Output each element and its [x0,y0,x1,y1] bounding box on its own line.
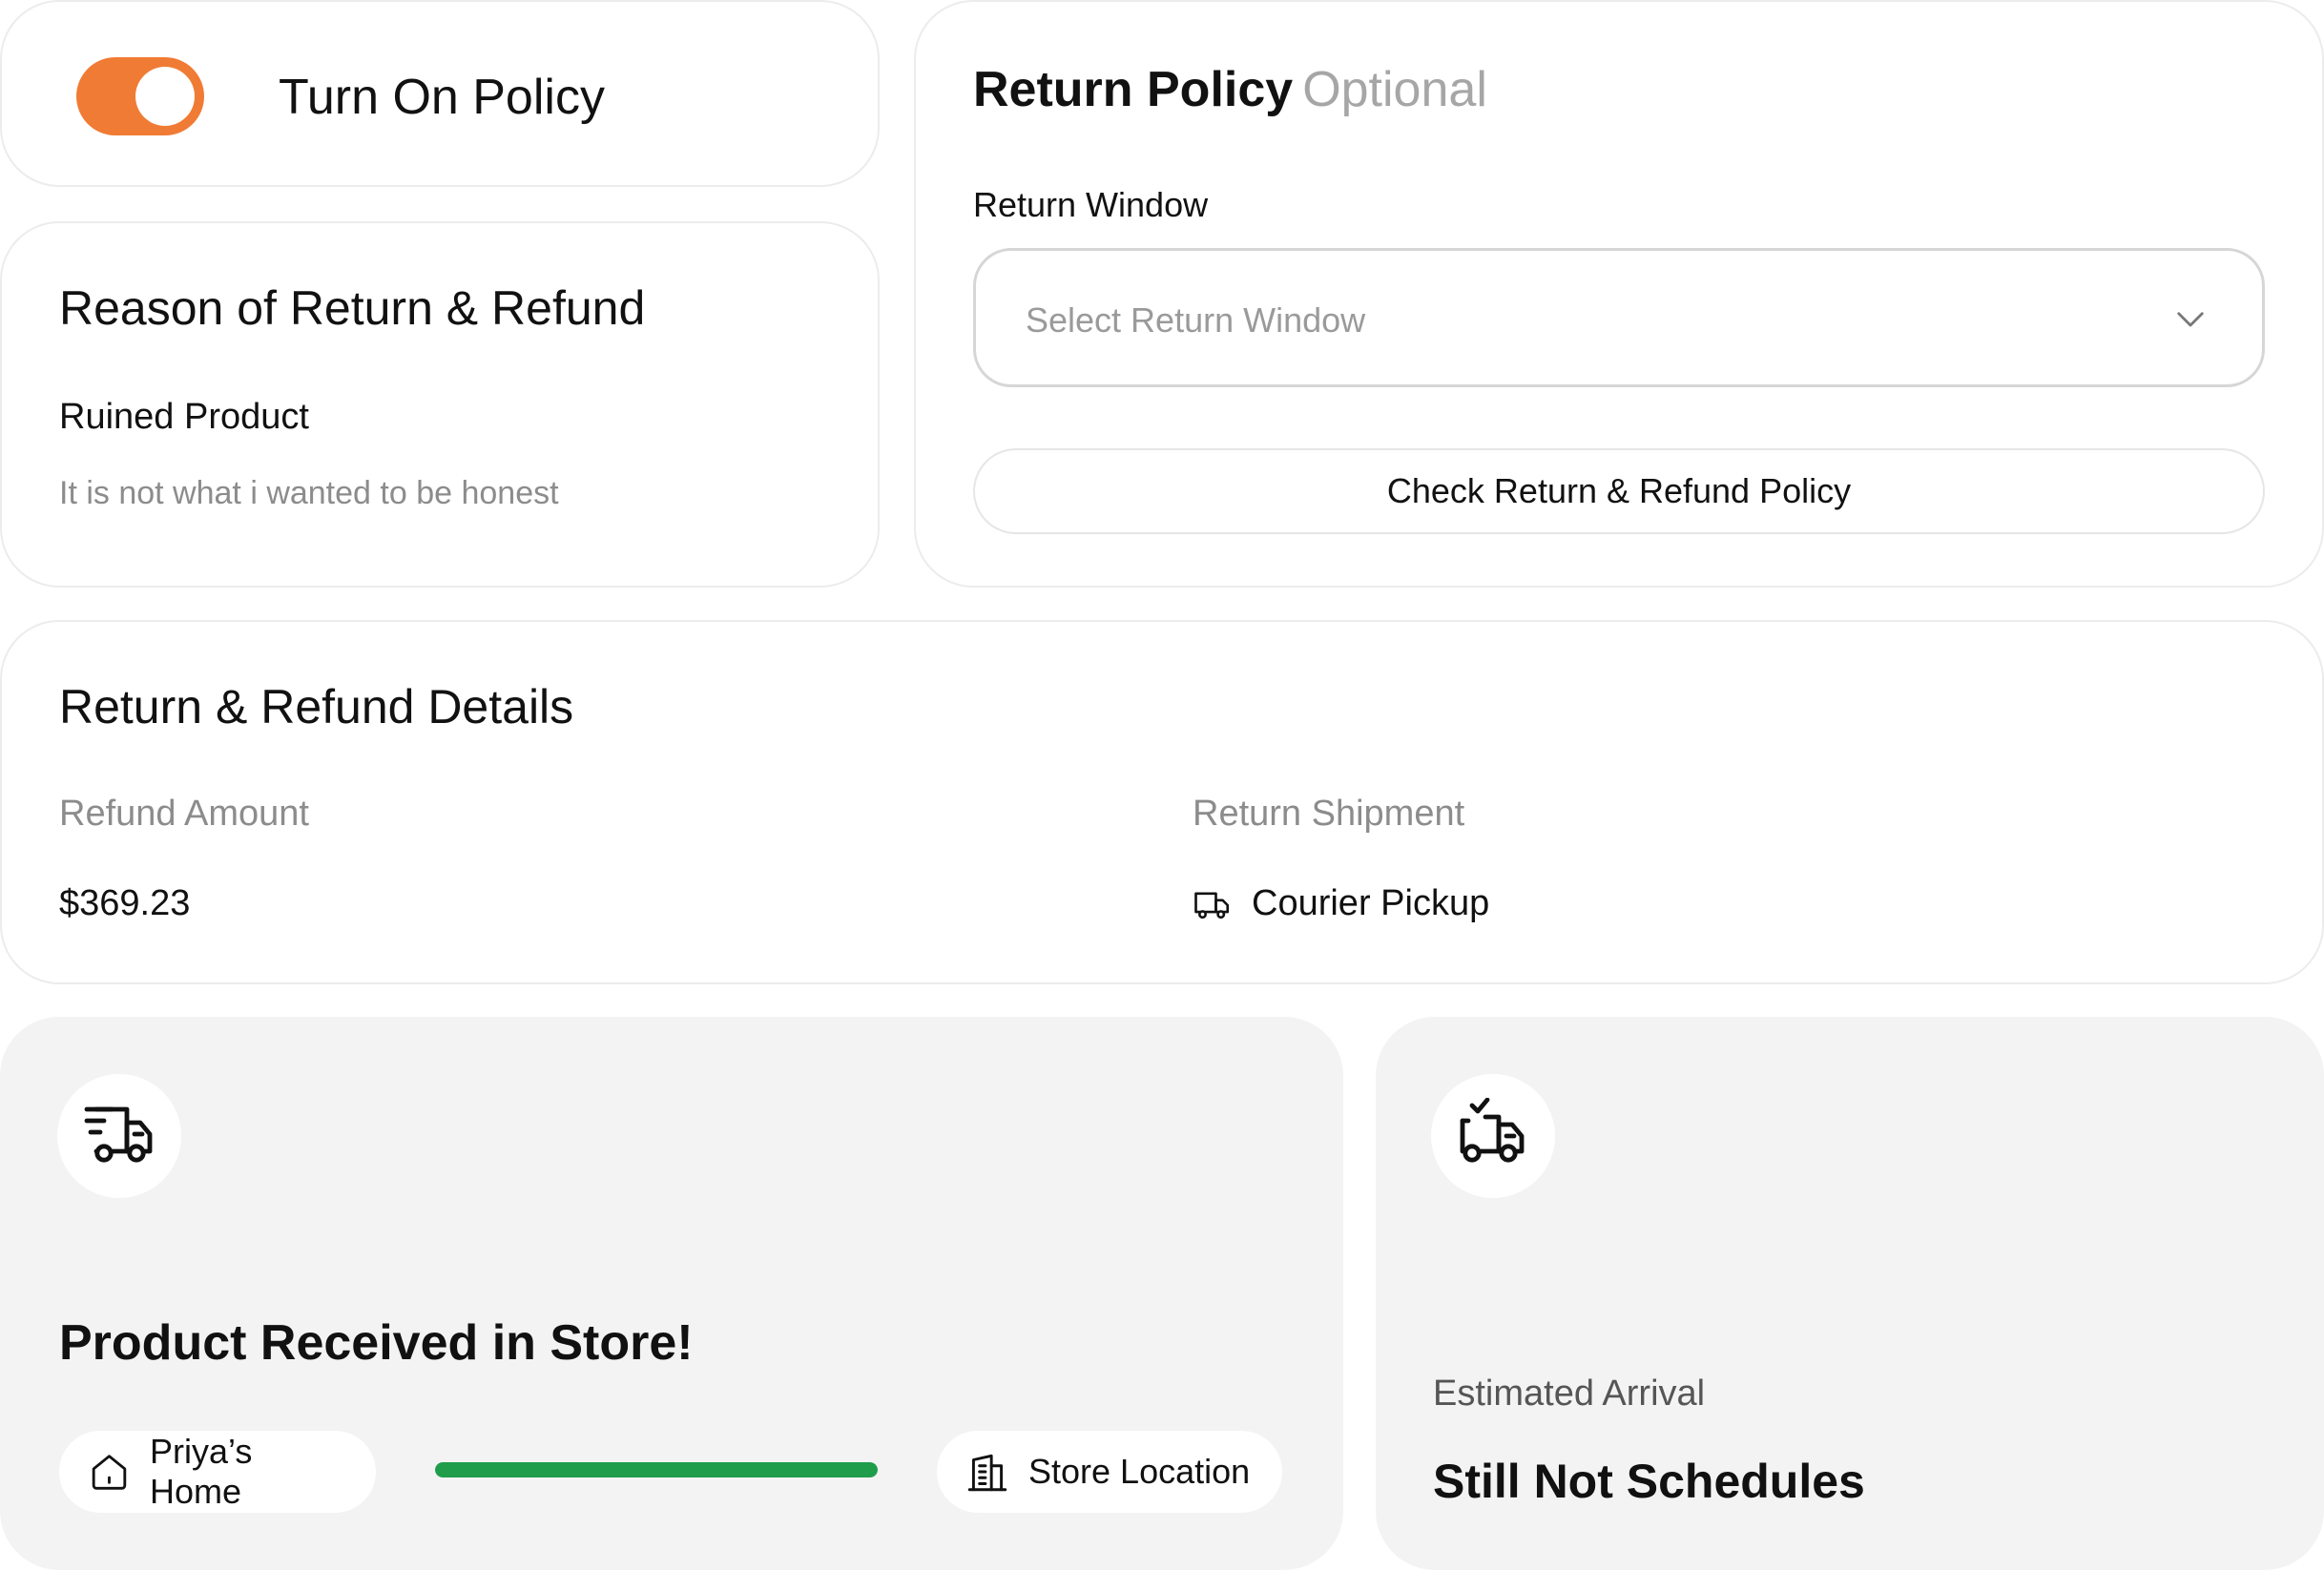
return-window-label: Return Window [973,185,1209,224]
reason-title: Reason of Return & Refund [59,281,646,335]
selected-reason: Ruined Product [59,397,309,437]
details-title: Return & Refund Details [59,680,574,733]
destination-location-pill[interactable]: Store Location [937,1431,1282,1513]
home-icon [92,1455,127,1490]
estimated-arrival-card: Estimated Arrival Still Not Schedules [1376,1017,2324,1570]
estimated-arrival-value: Still Not Schedules [1433,1455,1865,1508]
return-window-placeholder: Select Return Window [1026,300,1366,340]
refund-details-card: Return & Refund Details Refund Amount $3… [0,620,2324,984]
return-policy-heading: Return Policy [973,62,1294,117]
check-policy-button[interactable]: Check Return & Refund Policy [973,448,2265,534]
truck-icon [1194,892,1230,919]
return-shipment-value: Courier Pickup [1252,883,1490,923]
return-reason-card: Reason of Return & Refund Ruined Product… [0,221,880,588]
origin-location-pill[interactable]: Priya’s Home [59,1431,376,1513]
origin-label: Priya’s Home [149,1432,253,1511]
return-policy-title: Return Policy Optional [973,61,1487,118]
destination-label: Store Location [1028,1452,1251,1491]
optional-tag: Optional [1302,62,1487,117]
return-shipment-label: Return Shipment [1193,794,1465,834]
tracking-icon-badge [57,1074,181,1198]
policy-toggle-switch[interactable] [76,57,204,135]
policy-toggle-label: Turn On Policy [279,70,605,125]
return-window-select[interactable]: Select Return Window [973,248,2265,387]
truck-check-icon [1460,1098,1525,1163]
delivery-progress-fill [435,1462,878,1477]
chevron-down-icon [2177,312,2204,327]
policy-toggle-card: Turn On Policy [0,0,880,187]
estimated-arrival-label: Estimated Arrival [1433,1374,1706,1414]
refund-amount-label: Refund Amount [59,794,309,834]
arrival-icon-badge [1431,1074,1555,1198]
return-policy-card: Return Policy Optional Return Window Sele… [914,0,2324,588]
toggle-knob [135,67,195,126]
delivery-progress-bar [435,1462,878,1477]
fast-delivery-truck-icon [84,1106,153,1163]
tracking-headline: Product Received in Store! [59,1315,694,1371]
tracking-card: Product Received in Store! Priya’s Home … [0,1017,1343,1570]
reason-note: It is not what i wanted to be honest [59,475,559,511]
refund-amount-value: $369.23 [59,883,191,923]
building-icon [967,1454,1007,1492]
